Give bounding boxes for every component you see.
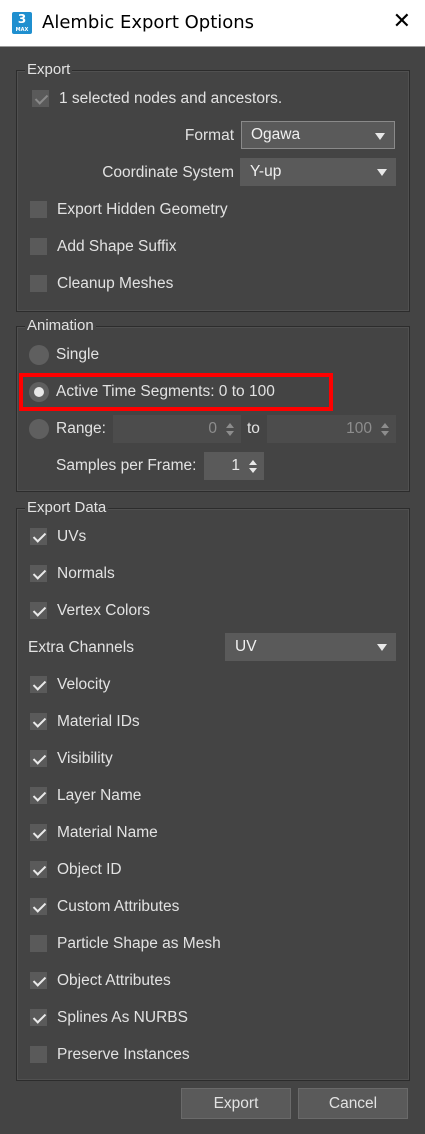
single-label: Single [56, 346, 100, 363]
coordinate-system-value: Y-up [250, 163, 282, 180]
app-icon-number: 3 [17, 12, 27, 26]
format-dropdown[interactable]: Ogawa [241, 121, 395, 149]
samples-per-frame-label: Samples per Frame: [56, 457, 197, 474]
coordinate-system-label: Coordinate System [102, 164, 234, 181]
splines-as-nurbs-label: Splines As NURBS [57, 1009, 188, 1026]
spin-down-icon[interactable] [249, 468, 257, 473]
close-icon[interactable]: ✕ [393, 9, 411, 34]
particle-shape-as-mesh-label: Particle Shape as Mesh [57, 935, 221, 952]
object-id-checkbox[interactable] [30, 861, 47, 878]
add-shape-suffix-label: Add Shape Suffix [57, 238, 177, 255]
window-title: Alembic Export Options [42, 12, 255, 33]
spin-down-icon[interactable] [381, 431, 389, 436]
object-attributes-checkbox[interactable] [30, 972, 47, 989]
cleanup-meshes-checkbox[interactable] [30, 275, 47, 292]
uvs-label: UVs [57, 528, 87, 545]
extra-channels-value: UV [235, 638, 257, 655]
uvs-checkbox[interactable] [30, 528, 47, 545]
extra-channels-dropdown[interactable]: UV [225, 633, 396, 661]
chevron-down-icon [375, 133, 385, 140]
selected-nodes-label: 1 selected nodes and ancestors. [59, 90, 283, 107]
export-hidden-geometry-checkbox[interactable] [30, 201, 47, 218]
chevron-down-icon [377, 644, 387, 651]
custom-attributes-checkbox[interactable] [30, 898, 47, 915]
add-shape-suffix-checkbox[interactable] [30, 238, 47, 255]
app-icon-sub: MAX [15, 27, 29, 33]
range-radio[interactable] [29, 419, 49, 439]
spin-up-icon[interactable] [226, 423, 234, 428]
material-name-checkbox[interactable] [30, 824, 47, 841]
animation-group-legend: Animation [25, 317, 96, 334]
export-data-group-legend: Export Data [25, 499, 109, 516]
normals-label: Normals [57, 565, 115, 582]
cancel-button[interactable]: Cancel [298, 1088, 408, 1119]
spin-down-icon[interactable] [226, 431, 234, 436]
preserve-instances-label: Preserve Instances [57, 1046, 190, 1063]
material-name-label: Material Name [57, 824, 158, 841]
vertex-colors-checkbox[interactable] [30, 602, 47, 619]
title-bar: 3 MAX Alembic Export Options ✕ [0, 0, 425, 47]
splines-as-nurbs-checkbox[interactable] [30, 1009, 47, 1026]
range-to-label: to [247, 420, 260, 437]
export-group-legend: Export [25, 61, 73, 78]
custom-attributes-label: Custom Attributes [57, 898, 180, 915]
range-end-spinner[interactable]: 100 [267, 415, 396, 443]
object-id-label: Object ID [57, 861, 122, 878]
particle-shape-as-mesh-checkbox[interactable] [30, 935, 47, 952]
preserve-instances-checkbox[interactable] [30, 1046, 47, 1063]
range-label: Range: [56, 420, 106, 437]
export-button[interactable]: Export [181, 1088, 291, 1119]
velocity-label: Velocity [57, 676, 111, 693]
3dsmax-app-icon: 3 MAX [12, 12, 32, 34]
range-end-value: 100 [346, 420, 372, 437]
single-radio[interactable] [29, 345, 49, 365]
object-attributes-label: Object Attributes [57, 972, 171, 989]
cleanup-meshes-label: Cleanup Meshes [57, 275, 174, 292]
normals-checkbox[interactable] [30, 565, 47, 582]
format-label: Format [184, 127, 234, 144]
vertex-colors-label: Vertex Colors [57, 602, 151, 619]
selected-nodes-checkbox[interactable] [32, 90, 49, 107]
chevron-down-icon [377, 169, 387, 176]
export-hidden-geometry-label: Export Hidden Geometry [57, 201, 228, 218]
velocity-checkbox[interactable] [30, 676, 47, 693]
coordinate-system-dropdown[interactable]: Y-up [240, 158, 396, 186]
spin-up-icon[interactable] [381, 423, 389, 428]
samples-per-frame-spinner[interactable]: 1 [204, 452, 264, 480]
material-ids-checkbox[interactable] [30, 713, 47, 730]
samples-per-frame-value: 1 [231, 457, 240, 474]
visibility-checkbox[interactable] [30, 750, 47, 767]
format-value: Ogawa [251, 126, 301, 143]
layer-name-label: Layer Name [57, 787, 142, 804]
range-start-value: 0 [208, 420, 217, 437]
highlight-box [19, 373, 333, 411]
range-start-spinner[interactable]: 0 [113, 415, 241, 443]
visibility-label: Visibility [57, 750, 113, 767]
material-ids-label: Material IDs [57, 713, 140, 730]
layer-name-checkbox[interactable] [30, 787, 47, 804]
spin-up-icon[interactable] [249, 460, 257, 465]
extra-channels-label: Extra Channels [28, 639, 134, 656]
